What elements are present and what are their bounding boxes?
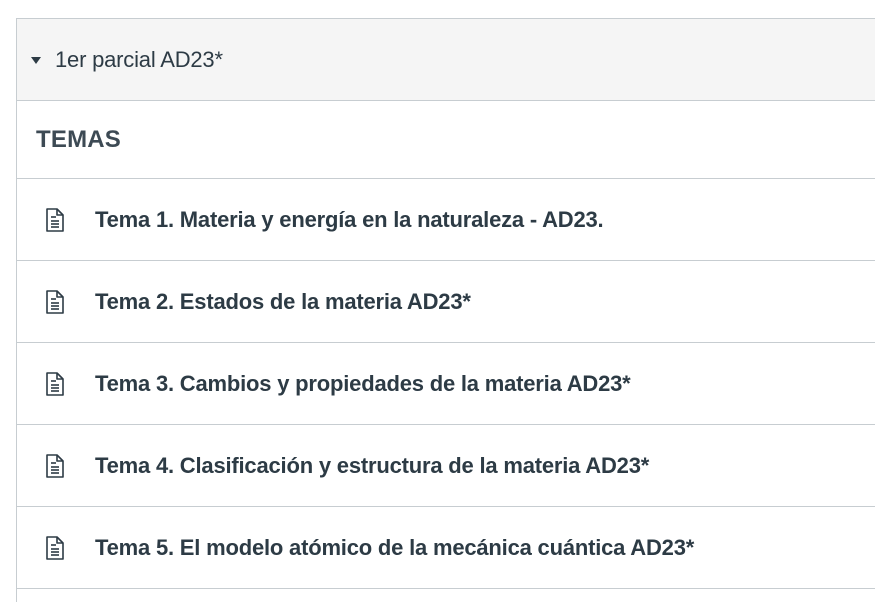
page-icon xyxy=(46,207,64,232)
module-item-link[interactable]: Tema 3. Cambios y propiedades de la mate… xyxy=(95,371,631,397)
module-item: Tema 3. Cambios y propiedades de la mate… xyxy=(17,343,875,425)
module-item-link[interactable]: Tema 4. Clasificación y estructura de la… xyxy=(95,453,649,479)
module-item: Tema 5. El modelo atómico de la mecánica… xyxy=(17,507,875,589)
subheader-temas: TEMAS xyxy=(36,125,121,153)
module-item-link[interactable]: Tema 2. Estados de la materia AD23* xyxy=(95,289,471,315)
module-container: 1er parcial AD23* TEMAS Tema 1. Materia … xyxy=(16,18,875,602)
collapse-triangle-icon[interactable] xyxy=(31,57,41,64)
module-item-link[interactable]: Tema 5. El modelo atómico de la mecánica… xyxy=(95,535,694,561)
module-item: Tema 2. Estados de la materia AD23* xyxy=(17,261,875,343)
page-icon xyxy=(46,371,64,396)
module-item-link[interactable]: Tema 1. Materia y energía en la naturale… xyxy=(95,207,604,233)
page-icon xyxy=(46,535,64,560)
page-icon xyxy=(46,289,64,314)
module-item: Tema 1. Materia y energía en la naturale… xyxy=(17,179,875,261)
page-icon xyxy=(46,453,64,478)
module-header[interactable]: 1er parcial AD23* xyxy=(17,19,875,101)
subheader-row: TEMAS xyxy=(17,101,875,179)
module-item: Tema 4. Clasificación y estructura de la… xyxy=(17,425,875,507)
module-title: 1er parcial AD23* xyxy=(55,46,223,72)
